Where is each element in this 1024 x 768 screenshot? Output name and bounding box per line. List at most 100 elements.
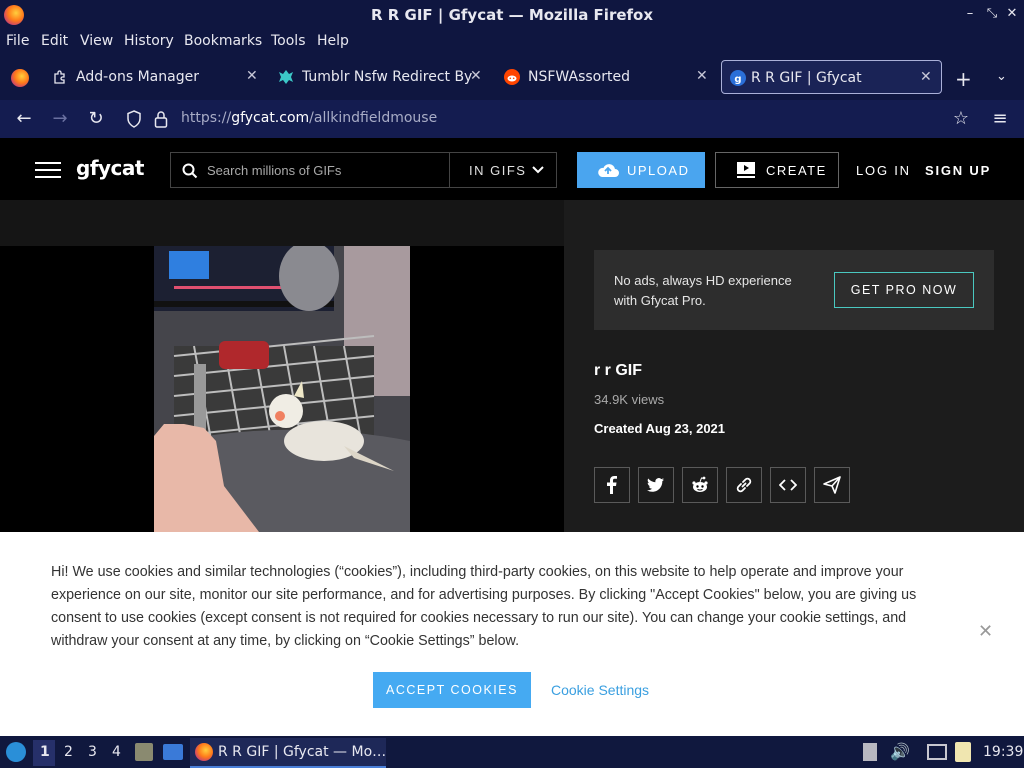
reddit-icon xyxy=(504,69,520,85)
pro-promo-box: No ads, always HD experience with Gfycat… xyxy=(594,250,994,330)
workspace-1[interactable]: 1 xyxy=(40,744,50,760)
hamburger-menu-icon[interactable] xyxy=(35,162,61,178)
tab-label: R R GIF | Gfycat xyxy=(751,70,862,86)
tab-gfycat-active[interactable]: g R R GIF | Gfycat ✕ xyxy=(721,60,942,94)
share-twitter-button[interactable] xyxy=(638,467,674,503)
bookmark-star-icon[interactable]: ☆ xyxy=(950,108,972,130)
search-box[interactable]: Search millions of GIFs IN GIFS xyxy=(170,152,557,188)
share-facebook-button[interactable] xyxy=(594,467,630,503)
menu-file[interactable]: File xyxy=(6,33,29,49)
back-button[interactable]: ← xyxy=(13,108,35,130)
get-pro-button[interactable]: GET PRO NOW xyxy=(834,272,974,308)
workspace-3[interactable]: 3 xyxy=(88,744,97,760)
share-reddit-button[interactable] xyxy=(682,467,718,503)
create-video-icon xyxy=(737,162,755,178)
cookie-message: Hi! We use cookies and similar technolog… xyxy=(51,564,917,649)
signup-link[interactable]: SIGN UP xyxy=(925,163,991,178)
tumblr-ext-icon xyxy=(279,70,293,84)
url-host: gfycat.com xyxy=(231,110,310,126)
volume-icon[interactable]: 🔊 xyxy=(890,742,910,761)
search-icon xyxy=(182,163,198,179)
create-button[interactable]: CREATE xyxy=(715,152,839,188)
menu-bookmarks[interactable]: Bookmarks xyxy=(184,33,262,49)
link-icon xyxy=(736,477,752,493)
file-manager-icon[interactable] xyxy=(135,743,153,761)
menu-history[interactable]: History xyxy=(124,33,174,49)
minimize-button[interactable]: – xyxy=(962,6,978,22)
close-window-button[interactable]: ✕ xyxy=(1004,6,1020,22)
upload-button[interactable]: UPLOAD xyxy=(577,152,705,188)
menu-view[interactable]: View xyxy=(80,33,113,49)
tab-nsfwassorted[interactable]: NSFWAssorted ✕ xyxy=(504,60,716,94)
create-label: CREATE xyxy=(766,163,827,178)
cookie-settings-link[interactable]: Cookie Settings xyxy=(551,682,649,698)
restore-button[interactable]: ⤡ xyxy=(984,6,1000,22)
site-header: gfycat Search millions of GIFs IN GIFS U… xyxy=(0,138,1024,200)
close-tab-icon[interactable]: ✕ xyxy=(470,68,482,84)
workspace-2[interactable]: 2 xyxy=(64,744,73,760)
gif-video[interactable] xyxy=(154,246,410,532)
clock: 19:39 xyxy=(983,744,1024,760)
close-cookie-icon[interactable]: ✕ xyxy=(978,623,994,641)
firefox-view-icon[interactable] xyxy=(11,69,29,87)
app-launcher-icon[interactable] xyxy=(6,742,26,762)
facebook-icon xyxy=(607,476,617,494)
created-date: Created Aug 23, 2021 xyxy=(594,421,726,436)
forward-button[interactable]: → xyxy=(49,108,71,130)
tab-label: Add-ons Manager xyxy=(76,69,199,85)
system-taskbar: 1 2 3 4 R R GIF | Gfycat — Mo… 🔊 19:39 xyxy=(0,736,1024,768)
menu-tools[interactable]: Tools xyxy=(271,33,306,49)
clipboard-icon[interactable] xyxy=(955,742,971,762)
gfycat-icon: g xyxy=(730,70,746,86)
reddit-icon xyxy=(692,476,708,492)
accept-cookies-button[interactable]: ACCEPT COOKIES xyxy=(373,672,531,708)
network-icon[interactable] xyxy=(927,744,947,760)
tab-label: Tumblr Nsfw Redirect Byp xyxy=(302,69,472,85)
app-menu-icon[interactable]: ≡ xyxy=(989,108,1011,130)
share-embed-button[interactable] xyxy=(770,467,806,503)
view-count: 34.9K views xyxy=(594,392,665,407)
pro-promo-text: No ads, always HD experience with Gfycat… xyxy=(614,273,792,308)
workspace-4[interactable]: 4 xyxy=(112,744,121,760)
login-link[interactable]: LOG IN xyxy=(856,163,911,178)
twitter-icon xyxy=(647,478,664,492)
menu-edit[interactable]: Edit xyxy=(41,33,68,49)
taskbar-window-label: R R GIF | Gfycat — Mo… xyxy=(218,744,387,760)
search-filter-select[interactable]: IN GIFS xyxy=(469,163,526,178)
close-tab-icon[interactable]: ✕ xyxy=(920,69,932,85)
gfycat-logo[interactable]: gfycat xyxy=(76,156,144,180)
reload-button[interactable]: ↻ xyxy=(85,108,107,130)
share-send-button[interactable] xyxy=(814,467,850,503)
menu-help[interactable]: Help xyxy=(317,33,349,49)
svg-text:g: g xyxy=(734,74,741,85)
tab-addons-manager[interactable]: Add-ons Manager ✕ xyxy=(52,60,266,94)
cookie-banner: Hi! We use cookies and similar technolog… xyxy=(0,532,1024,736)
taskbar-window-firefox[interactable]: R R GIF | Gfycat — Mo… xyxy=(190,738,386,768)
tab-label: NSFWAssorted xyxy=(528,69,630,85)
share-link-button[interactable] xyxy=(726,467,762,503)
url-bar[interactable]: https://gfycat.com/allkindfieldmouse xyxy=(181,110,437,126)
upload-label: UPLOAD xyxy=(627,163,690,178)
firefox-icon xyxy=(195,743,213,761)
gif-title: r r GIF xyxy=(594,362,643,379)
close-tab-icon[interactable]: ✕ xyxy=(246,68,258,84)
search-input[interactable]: Search millions of GIFs xyxy=(207,163,341,178)
url-path: /allkindfieldmouse xyxy=(309,110,438,126)
url-scheme: https:// xyxy=(181,110,232,126)
new-tab-button[interactable]: + xyxy=(955,67,972,91)
close-tab-icon[interactable]: ✕ xyxy=(696,68,708,84)
menu-bar: File Edit View History Bookmarks Tools H… xyxy=(0,30,1024,54)
embed-icon xyxy=(779,479,797,491)
battery-icon[interactable] xyxy=(863,743,877,761)
lock-icon[interactable] xyxy=(154,110,168,128)
list-tabs-chevron-icon[interactable]: ⌄ xyxy=(996,69,1007,84)
window-title: R R GIF | Gfycat — Mozilla Firefox xyxy=(370,6,654,24)
chevron-down-icon[interactable] xyxy=(532,166,544,174)
navigation-bar: ← → ↻ https://gfycat.com/allkindfieldmou… xyxy=(0,100,1024,138)
window-titlebar: R R GIF | Gfycat — Mozilla Firefox – ⤡ ✕ xyxy=(0,0,1024,30)
search-divider xyxy=(449,153,450,187)
desktop-icon[interactable] xyxy=(163,744,183,760)
shield-icon[interactable] xyxy=(126,110,142,128)
send-icon xyxy=(823,476,841,494)
tab-tumblr-redirect[interactable]: Tumblr Nsfw Redirect Byp ✕ xyxy=(278,60,490,94)
